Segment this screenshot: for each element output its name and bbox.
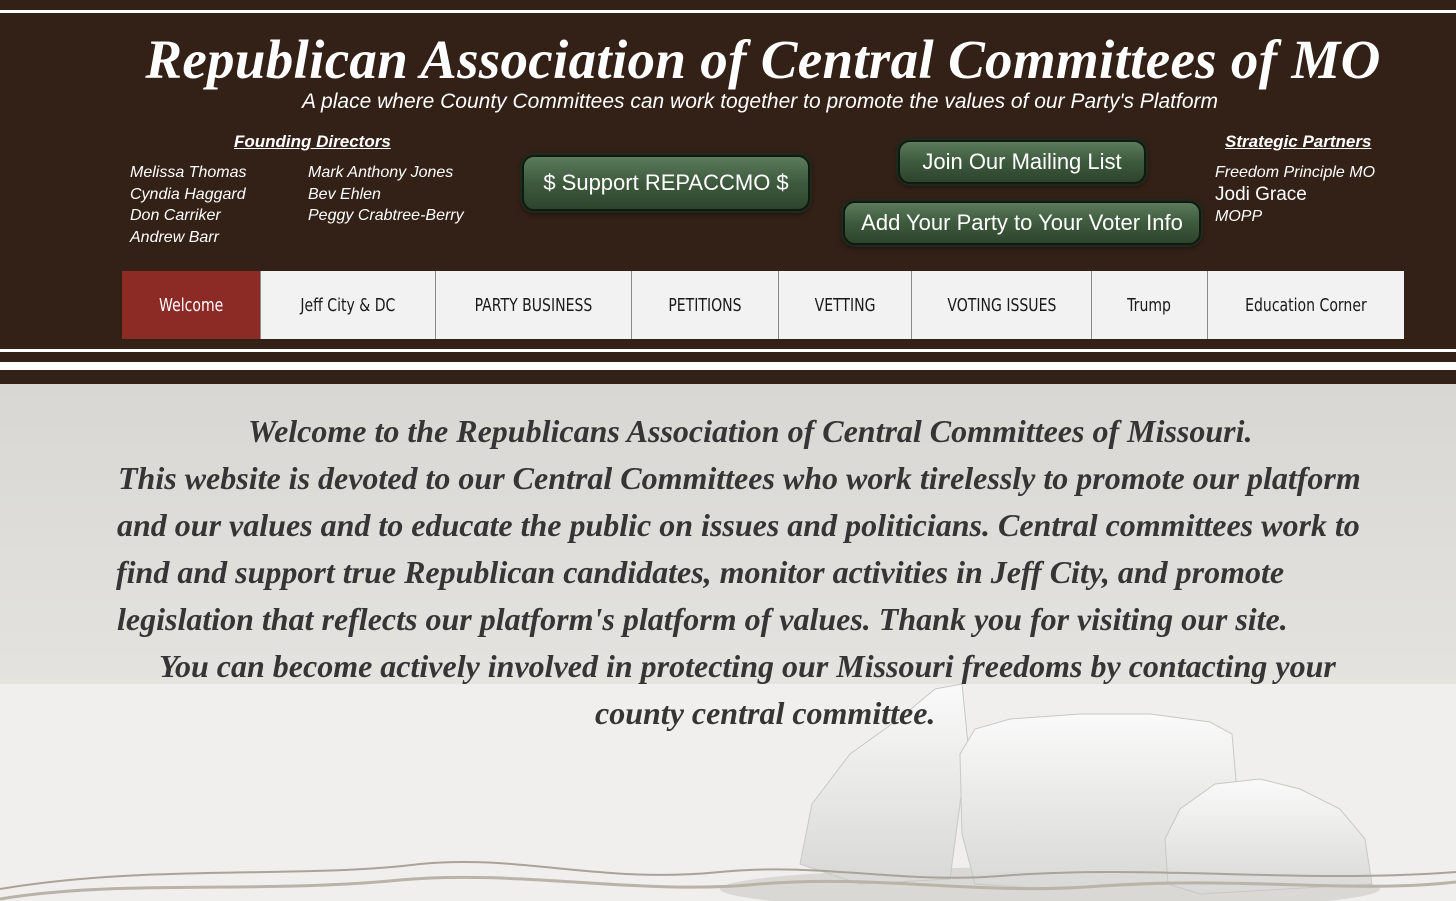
welcome-section: Welcome to the Republicans Association o… — [0, 384, 1456, 901]
site-tagline: A place where County Committees can work… — [302, 90, 1218, 113]
nav-item-party-business[interactable]: PARTY BUSINESS — [436, 271, 632, 339]
founding-directors-col1: Melissa Thomas Cyndia Haggard Don Carrik… — [130, 162, 246, 248]
welcome-line: find and support true Republican candida… — [116, 554, 1285, 590]
nav-item-voting-issues[interactable]: VOTING ISSUES — [912, 271, 1092, 339]
nav-item-welcome[interactable]: Welcome — [122, 271, 261, 339]
add-party-voter-info-button[interactable]: Add Your Party to Your Voter Info — [843, 201, 1201, 245]
founding-directors-heading: Founding Directors — [234, 132, 391, 151]
nav-item-jeff-city-dc[interactable]: Jeff City & DC — [261, 271, 436, 339]
partner-name: MOPP — [1215, 207, 1263, 225]
nav-label: VOTING ISSUES — [946, 294, 1057, 316]
director-name: Bev Ehlen — [308, 185, 381, 203]
nav-label: PARTY BUSINESS — [474, 294, 593, 316]
welcome-line: Welcome to the Republicans Association o… — [248, 413, 1253, 449]
nav-item-trump[interactable]: Trump — [1092, 271, 1208, 339]
nav-item-vetting[interactable]: VETTING — [779, 271, 912, 339]
director-name: Andrew Barr — [130, 228, 219, 246]
header-top-rule — [0, 10, 1456, 13]
welcome-line: county central committee. — [595, 695, 936, 731]
nav-label: Jeff City & DC — [300, 294, 396, 316]
director-name: Melissa Thomas — [130, 164, 247, 181]
header-bottom-rule — [0, 349, 1456, 352]
welcome-line: and our values and to educate the public… — [117, 507, 1360, 543]
nav-label: VETTING — [814, 294, 876, 316]
nav-label: PETITIONS — [668, 294, 742, 316]
site-header: Republican Association of Central Commit… — [0, 0, 1456, 384]
welcome-line: This website is devoted to our Central C… — [118, 460, 1361, 496]
nav-label: Trump — [1127, 294, 1172, 316]
strategic-partners-list: Freedom Principle MO Jodi Grace MOPP — [1215, 162, 1375, 227]
strategic-partners-heading: Strategic Partners — [1225, 132, 1372, 151]
nav-label: Education Corner — [1245, 294, 1367, 316]
director-name: Don Carriker — [130, 207, 221, 224]
site-title: Republican Association of Central Commit… — [145, 29, 1381, 90]
director-name: Peggy Crabtree-Berry — [308, 207, 464, 224]
partner-name: Jodi Grace — [1215, 183, 1307, 205]
partner-name: Freedom Principle MO — [1215, 164, 1376, 181]
nav-item-education-corner[interactable]: Education Corner — [1208, 271, 1404, 339]
welcome-line: legislation that reflects our platform's… — [117, 601, 1288, 637]
support-button[interactable]: $ Support REPACCMO $ — [522, 155, 810, 211]
director-name: Cyndia Haggard — [130, 185, 246, 203]
director-name: Mark Anthony Jones — [308, 164, 454, 181]
founding-directors-col2: Mark Anthony Jones Bev Ehlen Peggy Crabt… — [308, 162, 464, 227]
welcome-line: You can become actively involved in prot… — [159, 648, 1336, 684]
nav-item-petitions[interactable]: PETITIONS — [632, 271, 779, 339]
nav-label: Welcome — [158, 294, 224, 316]
mailing-list-button[interactable]: Join Our Mailing List — [898, 140, 1146, 184]
main-nav: Welcome Jeff City & DC PARTY BUSINESS PE… — [122, 271, 1404, 339]
welcome-text: Welcome to the Republicans Association o… — [100, 408, 1430, 737]
header-bottom-band — [0, 362, 1456, 370]
